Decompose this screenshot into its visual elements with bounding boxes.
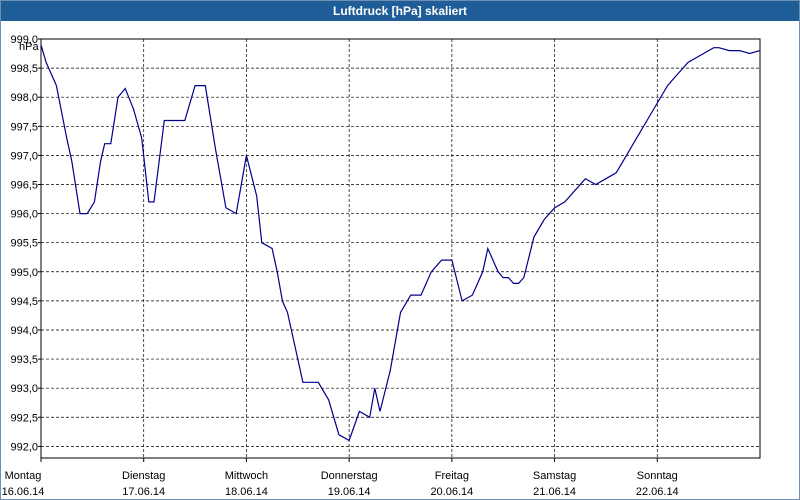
y-tick-label: 993,5 [10,354,38,366]
x-tick-day-label: Freitag [435,470,469,482]
y-axis-ticks: 992,0 992,5 993,0 993,5 994,0 994,5 995,0 995,5… [10,34,41,453]
y-axis-unit-label: hPa [19,41,39,53]
y-tick-label: 992,5 [10,412,38,424]
x-tick-date-label: 20.06.14 [430,486,473,498]
y-tick-label: 996,5 [10,179,38,191]
chart-window: Luftdruck [hPa] skaliert 992,0 992,5 993,0… [0,0,800,500]
grid-lines [41,38,760,458]
y-tick-label: 994,0 [10,325,38,337]
x-tick-day-label: Sonntag [637,470,678,482]
x-tick-day-label: Samstag [533,470,576,482]
x-axis-ticks: Montag 16.06.14 Dienstag 17.06.14 Mittwoch 18… [2,458,679,498]
x-tick-day-label: Donnerstag [321,470,378,482]
x-tick-date-label: 21.06.14 [533,486,576,498]
y-tick-label: 993,0 [10,383,38,395]
y-tick-label: 994,5 [10,296,38,308]
x-tick-date-label: 16.06.14 [2,486,45,498]
y-tick-label: 995,0 [10,267,38,279]
plot-frame [40,38,761,459]
x-tick-date-label: 22.06.14 [636,486,679,498]
x-tick-day-label: Dienstag [122,470,165,482]
y-tick-label: 997,5 [10,121,38,133]
y-tick-label: 997,0 [10,150,38,162]
x-tick-day-label: Montag [5,470,42,482]
y-tick-label: 995,5 [10,238,38,250]
y-tick-label: 998,0 [10,92,38,104]
x-tick-date-label: 17.06.14 [122,486,165,498]
pressure-chart: 992,0 992,5 993,0 993,5 994,0 994,5 995,0 995,5… [2,34,761,498]
y-tick-label: 996,0 [10,209,38,221]
x-tick-day-label: Mittwoch [225,470,268,482]
y-tick-label: 998,5 [10,63,38,75]
x-tick-date-label: 18.06.14 [225,486,268,498]
x-tick-date-label: 19.06.14 [328,486,371,498]
window-title: Luftdruck [hPa] skaliert [1,1,799,21]
y-tick-label: 992,0 [10,441,38,453]
